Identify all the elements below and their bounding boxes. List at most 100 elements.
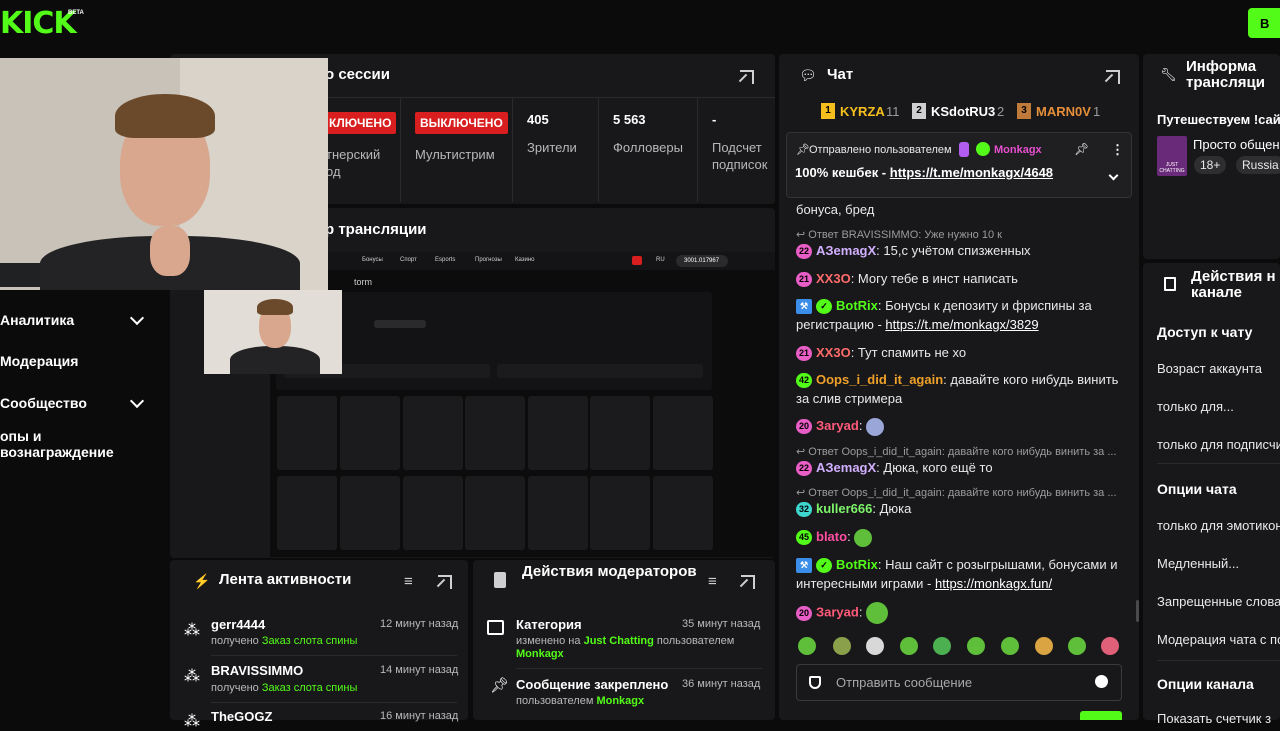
stream-info-title: Информа трансляци	[1186, 58, 1265, 91]
activity-user[interactable]: gerr4444	[211, 617, 265, 632]
chat-message: 20 Зaryad:	[796, 417, 1126, 436]
preview-tile	[528, 396, 588, 470]
stat-followers: 5 563 Фолловеры	[599, 98, 698, 202]
sidebar-item-label: опы и вознаграждение	[0, 428, 114, 460]
chat-username[interactable]: BotRix	[836, 298, 878, 313]
chat-username[interactable]: XX3O	[816, 271, 851, 286]
send-button[interactable]	[1080, 711, 1122, 720]
setting-item[interactable]: только для эмотикон	[1157, 518, 1280, 533]
preview-tile	[277, 396, 337, 470]
webcam-secondary	[204, 290, 342, 374]
chat-username[interactable]: Зaryad	[816, 418, 859, 433]
chat-link[interactable]: https://monkagx.fun/	[935, 576, 1052, 591]
rank-badge: 2	[912, 103, 926, 119]
chat-message: ⚒ ✓ BotRix: Наш сайт с розыгрышами, бонуса…	[796, 556, 1126, 593]
emote-icon[interactable]	[1068, 637, 1086, 655]
activity-user[interactable]: BRAVISSIMMO	[211, 663, 303, 678]
filter-icon[interactable]: ≡	[708, 573, 717, 590]
activity-time: 14 минут назад	[380, 664, 459, 676]
chat-username[interactable]: blato	[816, 529, 847, 544]
session-title: о сессии	[325, 66, 390, 83]
stat-viewers: 405 Зрители	[513, 98, 599, 202]
emote-icon[interactable]	[833, 637, 851, 655]
popout-icon[interactable]	[1106, 70, 1120, 84]
divider	[1157, 660, 1280, 661]
chat-username[interactable]: kuller666	[816, 501, 872, 516]
setting-item[interactable]: Медленный...	[1157, 556, 1239, 571]
chat-scrollbar[interactable]	[1136, 600, 1139, 622]
leader-count: 1	[1093, 104, 1101, 119]
popout-icon[interactable]	[438, 575, 452, 589]
pin-icon: 📌︎	[796, 144, 810, 156]
user-group-icon: ⁂	[184, 622, 200, 639]
activity-user[interactable]: TheGOGZ	[211, 709, 272, 724]
chat-username[interactable]: Зaryad	[816, 604, 859, 619]
activity-time: 16 минут назад	[380, 710, 459, 722]
section-heading: Доступ к чату	[1157, 324, 1253, 340]
chat-link[interactable]: https://t.me/monkagx/3829	[885, 317, 1038, 332]
emote-icon[interactable]	[1035, 637, 1053, 655]
mod-action-text: пользователем	[656, 635, 735, 647]
chat-message: 32 kuller666: Дюка	[796, 500, 1126, 519]
emote-icon[interactable]	[967, 637, 985, 655]
mod-action-detail: пользователем Monkagx	[516, 695, 644, 707]
stat-value: -	[712, 112, 717, 127]
chat-title: Чат	[827, 66, 854, 83]
emote-icon[interactable]	[1001, 637, 1019, 655]
emote-icon[interactable]	[933, 637, 951, 655]
tag[interactable]: Russia	[1236, 156, 1280, 174]
chat-username[interactable]: XX3O	[816, 345, 851, 360]
emote-icon[interactable]	[1101, 637, 1119, 655]
chat-username[interactable]: АЗemagX	[816, 243, 876, 258]
pinned-user[interactable]: Monkagx	[994, 144, 1042, 156]
popout-icon[interactable]	[741, 575, 755, 589]
kick-logo[interactable]: KICK	[0, 6, 77, 41]
more-icon[interactable]: ⋮	[1111, 142, 1124, 158]
chat-username[interactable]: АЗemagX	[816, 460, 876, 475]
setting-item[interactable]: Возраст аккаунта	[1157, 361, 1262, 376]
popout-icon[interactable]	[740, 70, 754, 84]
emoji-icon[interactable]	[1095, 675, 1108, 688]
preview-tile	[653, 396, 713, 470]
stat-label: Подсчет подписок	[712, 140, 768, 172]
top-right-button[interactable]: В	[1248, 8, 1280, 38]
sidebar-item-community[interactable]: Сообщество	[0, 386, 160, 420]
preview-notify-icon	[632, 256, 642, 265]
setting-item[interactable]: только для подписчи	[1157, 437, 1280, 452]
emote-icon[interactable]	[798, 637, 816, 655]
sidebar-item-moderation[interactable]: Модерация	[0, 344, 160, 378]
chat-message: 45 blato:	[796, 528, 1126, 547]
category-thumbnail[interactable]: JUST CHATTING	[1157, 136, 1187, 176]
setting-item[interactable]: Показать счетчик з	[1157, 711, 1271, 726]
pinned-link[interactable]: https://t.me/monkagx/4648	[890, 165, 1053, 180]
activity-prefix: получено	[211, 635, 259, 647]
filter-icon[interactable]: ≡	[404, 573, 413, 590]
leader-name[interactable]: KYRZA	[840, 104, 885, 119]
emote-icon[interactable]	[866, 637, 884, 655]
chat-text: :	[858, 418, 863, 433]
unpin-icon[interactable]: 📌︎	[1074, 142, 1089, 156]
activity-detail: получено Заказ слота спины	[211, 635, 357, 647]
stream-category[interactable]: Просто общен	[1193, 137, 1280, 152]
category-icon	[487, 620, 504, 635]
setting-item[interactable]: Запрещенные слова	[1157, 594, 1280, 609]
chat-text: :	[858, 604, 863, 620]
sidebar-item-analytics[interactable]: Аналитика	[0, 303, 160, 337]
preview-tile	[340, 476, 400, 550]
preview-tile	[653, 476, 713, 550]
leader-name[interactable]: KSdotRU3	[931, 104, 995, 119]
setting-item[interactable]: Модерация чата с по	[1157, 632, 1280, 647]
tag[interactable]: 18+	[1194, 156, 1227, 174]
stream-preview[interactable]: Бонусы Спорт Esports Прогнозы Казино RU …	[270, 252, 775, 557]
chat-username[interactable]: BotRix	[836, 557, 878, 572]
sidebar-item-rewards[interactable]: опы и вознаграждение	[0, 427, 160, 461]
chat-username[interactable]: Oops_i_did_it_again	[816, 372, 943, 387]
setting-item[interactable]: только для...	[1157, 399, 1234, 414]
emote-icon[interactable]	[900, 637, 918, 655]
chat-reply: ↩ Ответ Oops_i_did_it_again: давайте ког…	[796, 446, 1117, 458]
leader-name[interactable]: MARN0V	[1036, 104, 1091, 119]
stat-subs: - Подсчет подписок	[698, 98, 775, 202]
mod-action-text: изменено на	[516, 635, 581, 647]
sub-badge: 20	[796, 419, 812, 435]
preview-placeholder	[374, 320, 426, 328]
